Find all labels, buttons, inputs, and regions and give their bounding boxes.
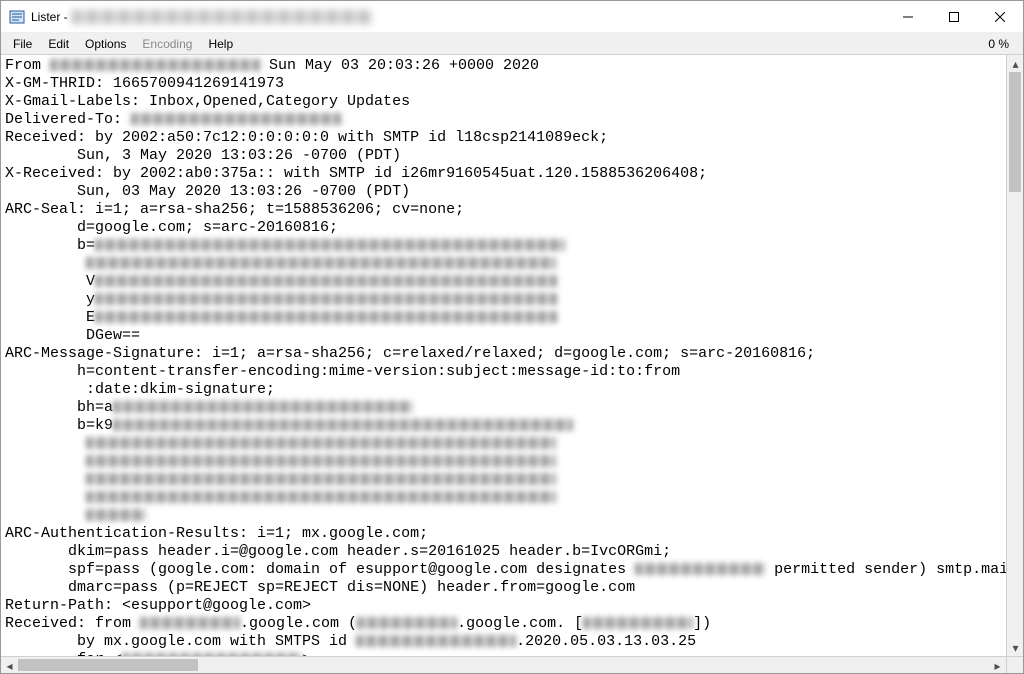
redacted	[50, 59, 260, 71]
redacted	[583, 617, 693, 629]
titlebar-redacted-path	[72, 10, 372, 24]
progress-label: 0 %	[988, 37, 1019, 51]
app-icon	[9, 9, 25, 25]
bottom-scroll-row: ◂ ▸	[1, 656, 1023, 673]
close-button[interactable]	[977, 1, 1023, 33]
scroll-right-icon[interactable]: ▸	[989, 657, 1006, 674]
hscroll-thumb[interactable]	[18, 659, 198, 671]
redacted	[86, 455, 556, 467]
menu-encoding: Encoding	[134, 35, 200, 53]
minimize-button[interactable]	[885, 1, 931, 33]
menu-file[interactable]: File	[5, 35, 40, 53]
scroll-corner	[1006, 656, 1023, 673]
vscroll-track[interactable]	[1007, 72, 1023, 639]
scroll-left-icon[interactable]: ◂	[1, 657, 18, 674]
redacted	[95, 275, 557, 287]
redacted	[95, 293, 557, 305]
redacted	[122, 653, 302, 656]
scroll-up-icon[interactable]: ▴	[1007, 55, 1023, 72]
maximize-button[interactable]	[931, 1, 977, 33]
scroll-down-icon[interactable]: ▾	[1007, 639, 1023, 656]
redacted	[86, 473, 556, 485]
menu-help[interactable]: Help	[200, 35, 241, 53]
redacted	[357, 617, 457, 629]
redacted	[95, 311, 557, 323]
titlebar: Lister -	[1, 1, 1023, 33]
redacted	[95, 239, 565, 251]
redacted	[356, 635, 516, 647]
redacted	[131, 113, 341, 125]
redacted	[86, 509, 146, 521]
redacted	[113, 401, 413, 413]
redacted	[86, 257, 556, 269]
redacted	[86, 437, 556, 449]
menubar: File Edit Options Encoding Help 0 %	[1, 33, 1023, 55]
menu-options[interactable]: Options	[77, 35, 134, 53]
redacted	[140, 617, 240, 629]
text-content[interactable]: From Sun May 03 20:03:26 +0000 2020 X-GM…	[1, 55, 1006, 656]
menu-edit[interactable]: Edit	[40, 35, 77, 53]
vscroll-thumb[interactable]	[1009, 72, 1021, 192]
app-title: Lister -	[31, 10, 68, 24]
hscroll-track[interactable]	[18, 657, 989, 673]
vertical-scrollbar[interactable]: ▴ ▾	[1006, 55, 1023, 656]
redacted	[113, 419, 573, 431]
redacted	[86, 491, 556, 503]
content-wrap: From Sun May 03 20:03:26 +0000 2020 X-GM…	[1, 55, 1023, 656]
horizontal-scrollbar[interactable]: ◂ ▸	[1, 656, 1006, 673]
window-controls	[885, 1, 1023, 32]
redacted	[635, 563, 765, 575]
